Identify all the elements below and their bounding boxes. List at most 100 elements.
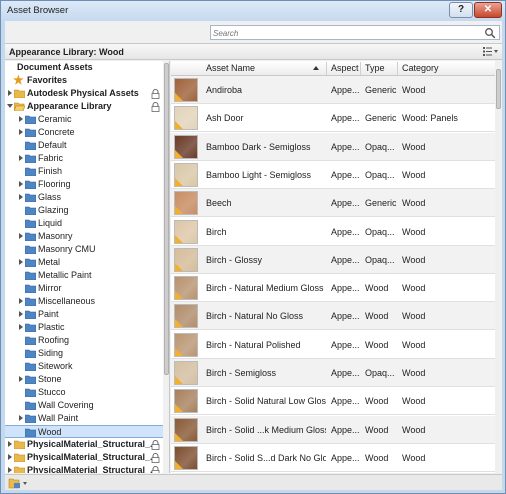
asset-browser-window: Asset Browser ? ✕ Appearance Library: Wo… <box>0 0 506 494</box>
list-view-icon[interactable] <box>483 46 499 57</box>
close-button[interactable]: ✕ <box>474 2 502 18</box>
expand-arrow-icon[interactable] <box>8 454 12 460</box>
asset-aspect: Appe... <box>331 283 359 294</box>
column-divider[interactable] <box>360 62 361 75</box>
tree-item-appearance-library[interactable]: Appearance Library <box>5 100 163 113</box>
asset-row[interactable]: Birch - Solid Natural Low Gloss Appe... Wo… <box>171 387 495 416</box>
tree-item-category[interactable]: Glass <box>5 191 163 204</box>
tree-item-category[interactable]: Roofing <box>5 334 163 347</box>
tree-item-category[interactable]: Ceramic <box>5 113 163 126</box>
search-input[interactable] <box>213 27 473 39</box>
tree-item-category[interactable]: Metal <box>5 256 163 269</box>
grid-scrollbar[interactable] <box>495 61 502 473</box>
tree-item-category[interactable]: Stucco <box>5 386 163 399</box>
tree-item-category[interactable]: Glazing <box>5 204 163 217</box>
tree-item-label: PhysicalMaterial_Structural_... <box>27 439 158 449</box>
expand-arrow-icon[interactable] <box>8 441 12 447</box>
tree-item-category[interactable]: Miscellaneous <box>5 295 163 308</box>
tree-item-category[interactable]: Mirror <box>5 282 163 295</box>
expand-arrow-icon[interactable] <box>19 324 23 330</box>
tree-item-physical-library[interactable]: PhysicalMaterial_Structural_... <box>5 451 163 464</box>
star-icon: ★ <box>13 73 24 87</box>
collapse-arrow-icon[interactable] <box>7 104 13 108</box>
tree-item-label: PhysicalMaterial_Structural_... <box>27 465 158 473</box>
expand-arrow-icon[interactable] <box>19 415 23 421</box>
tree-item-category[interactable]: Wall Covering <box>5 399 163 412</box>
asset-row[interactable]: Beech Appe... Generic Wood <box>171 189 495 218</box>
column-divider[interactable] <box>326 62 327 75</box>
column-divider[interactable] <box>397 62 398 75</box>
tree-item-favorites[interactable]: ★ Favorites <box>5 74 163 87</box>
tree-item-category[interactable]: Plastic <box>5 321 163 334</box>
corner-tag-icon <box>175 376 183 384</box>
asset-category: Wood <box>402 141 426 152</box>
asset-row[interactable]: Birch - Natural Polished Appe... Wood Wood <box>171 331 495 359</box>
column-header-asset-name[interactable]: Asset Name <box>206 63 255 73</box>
expand-arrow-icon[interactable] <box>8 90 12 96</box>
asset-row[interactable]: Birch Appe... Opaq... Wood <box>171 218 495 246</box>
corner-tag-icon <box>175 121 183 130</box>
tree-item-category[interactable]: Default <box>5 139 163 152</box>
tree-item-category[interactable]: Masonry <box>5 230 163 243</box>
tree-item-label: Wall Covering <box>38 400 94 410</box>
asset-row[interactable]: Birch - Glossy Appe... Opaq... Wood <box>171 245 495 274</box>
expand-arrow-icon[interactable] <box>19 311 23 317</box>
tree-item-category[interactable]: Sitework <box>5 360 163 373</box>
asset-row[interactable]: Birch - Natural Medium Gloss Appe... Wood W… <box>171 274 495 303</box>
window-title: Asset Browser <box>7 5 69 16</box>
asset-row[interactable]: Bamboo Light - Semigloss Appe... Opaq... Wo… <box>171 161 495 189</box>
asset-aspect: Appe... <box>331 141 359 152</box>
expand-arrow-icon[interactable] <box>19 233 23 239</box>
tree-scrollbar-thumb[interactable] <box>164 63 169 375</box>
tree-item-category[interactable]: Liquid <box>5 217 163 230</box>
open-library-icon[interactable] <box>8 477 30 489</box>
title-bar[interactable]: Asset Browser ? ✕ <box>1 1 505 21</box>
tree-item-autodesk-physical[interactable]: Autodesk Physical Assets <box>5 87 163 100</box>
material-swatch <box>174 78 198 102</box>
tree-item-category[interactable]: Wall Paint <box>5 412 163 425</box>
help-button[interactable]: ? <box>449 2 473 18</box>
expand-arrow-icon[interactable] <box>19 259 23 265</box>
search-icon[interactable] <box>484 27 496 39</box>
tree-item-category[interactable]: Masonry CMU <box>5 243 163 256</box>
tree-item-category[interactable]: Fabric <box>5 152 163 165</box>
asset-name: Birch <box>206 226 227 237</box>
expand-arrow-icon[interactable] <box>19 298 23 304</box>
asset-row[interactable]: Birch - Solid ...k Medium Gloss Appe... Wo… <box>171 415 495 444</box>
asset-row[interactable]: Birch - Semigloss Appe... Opaq... Wood <box>171 359 495 387</box>
tree-item-physical-library[interactable]: PhysicalMaterial_Structural_... <box>5 464 163 473</box>
column-header-type[interactable]: Type <box>365 63 385 73</box>
tree-scrollbar[interactable] <box>163 61 169 473</box>
tree-item-category[interactable]: Paint <box>5 308 163 321</box>
material-swatch <box>174 276 198 301</box>
asset-row[interactable]: Ash Door Appe... Generic Wood: Panels <box>171 104 495 133</box>
grid-scrollbar-thumb[interactable] <box>496 69 501 109</box>
tree-item-category[interactable]: Finish <box>5 165 163 178</box>
asset-type: Generic <box>365 198 396 209</box>
expand-arrow-icon[interactable] <box>19 155 23 161</box>
tree-item-physical-library[interactable]: PhysicalMaterial_Structural_... <box>5 438 163 451</box>
expand-arrow-icon[interactable] <box>8 467 12 473</box>
folder-icon <box>25 206 36 215</box>
asset-row[interactable]: Birch - Solid S...d Dark No Gloss Appe...… <box>171 444 495 472</box>
tree-item-category[interactable]: Siding <box>5 347 163 360</box>
tree-item-category[interactable]: Concrete <box>5 126 163 139</box>
asset-row[interactable]: Birch - Natural No Gloss Appe... Wood Wood <box>171 302 495 331</box>
tree-item-document-assets[interactable]: Document Assets <box>5 61 163 74</box>
asset-row[interactable]: Bamboo Dark - Semigloss Appe... Opaq... Woo… <box>171 132 495 161</box>
tree-item-category[interactable]: Flooring <box>5 178 163 191</box>
asset-type: Opaq... <box>365 141 395 152</box>
expand-arrow-icon[interactable] <box>19 194 23 200</box>
asset-grid: Asset Name Aspect Type Category Andiroba… <box>171 61 502 473</box>
expand-arrow-icon[interactable] <box>19 129 23 135</box>
expand-arrow-icon[interactable] <box>19 181 23 187</box>
tree-item-category[interactable]: Metallic Paint <box>5 269 163 282</box>
column-header-category[interactable]: Category <box>402 63 439 73</box>
tree-item-category[interactable]: Wood <box>5 425 163 438</box>
tree-item-category[interactable]: Stone <box>5 373 163 386</box>
library-title: Appearance Library: Wood <box>9 47 124 57</box>
column-header-aspect[interactable]: Aspect <box>331 63 359 73</box>
asset-row[interactable]: Andiroba Appe... Generic Wood <box>171 76 495 104</box>
expand-arrow-icon[interactable] <box>19 376 23 382</box>
expand-arrow-icon[interactable] <box>19 116 23 122</box>
